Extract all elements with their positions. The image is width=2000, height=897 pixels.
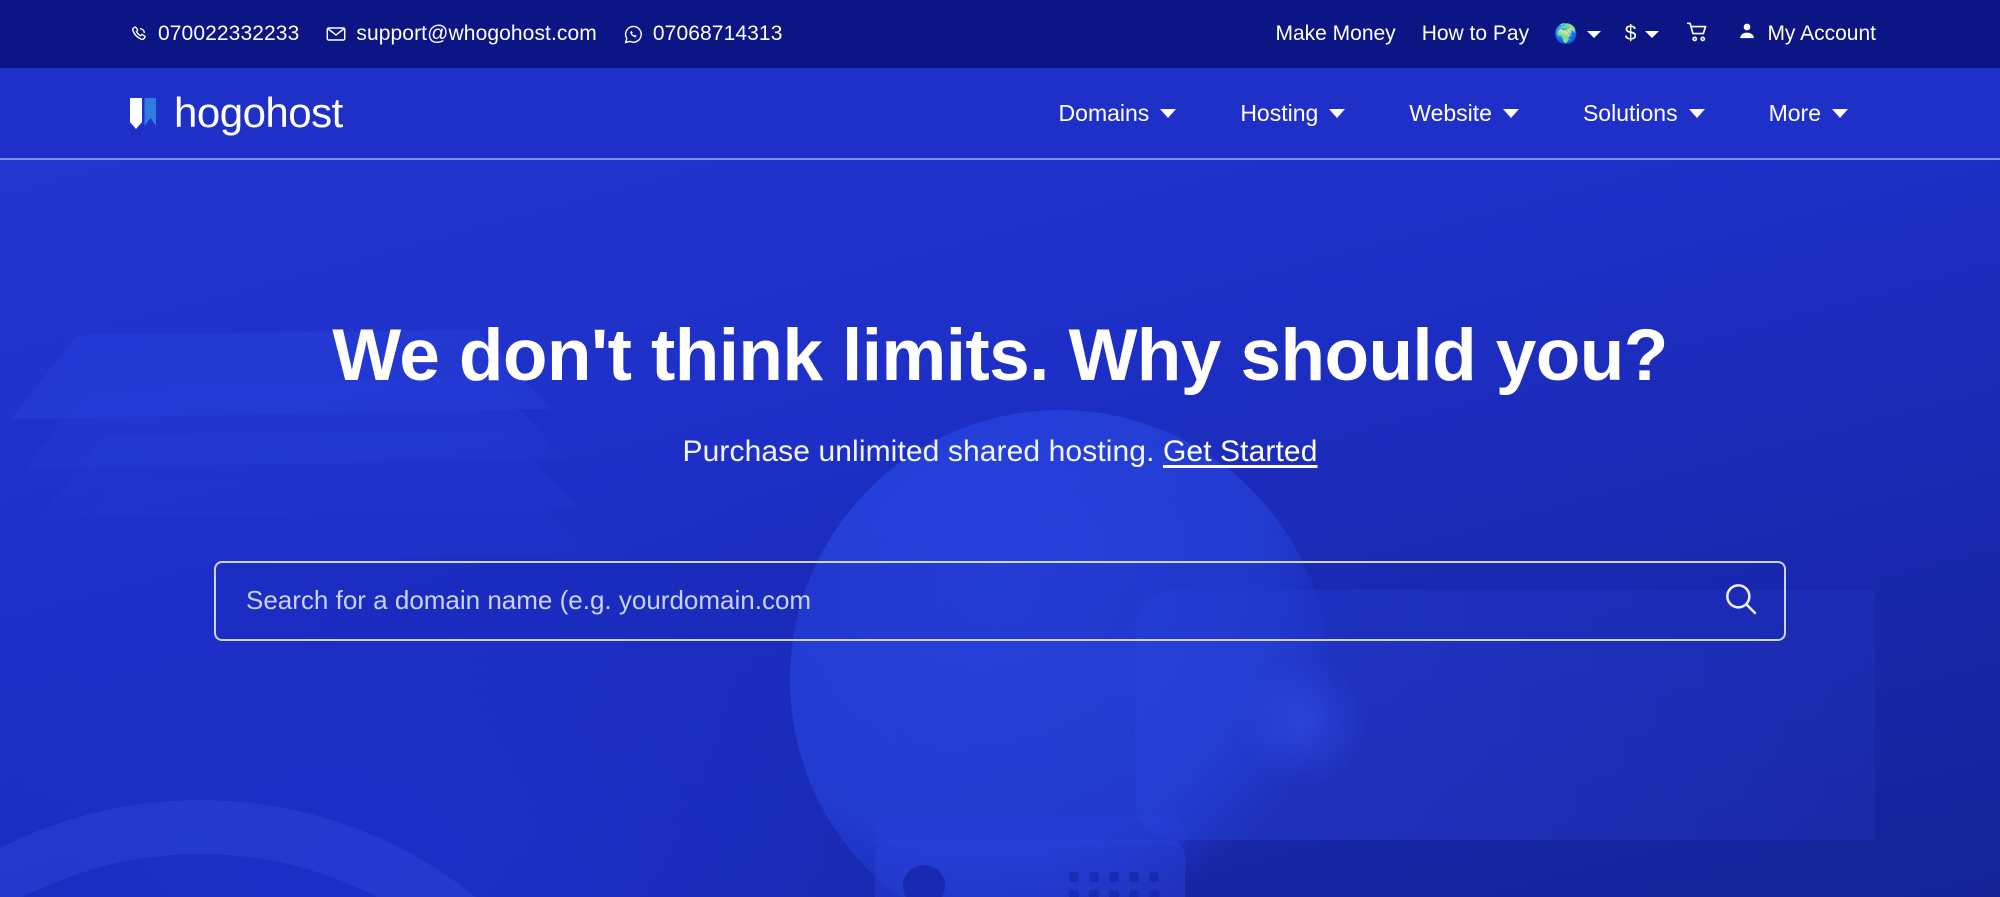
nav-item-solutions[interactable]: Solutions — [1551, 90, 1737, 137]
nav-item-website[interactable]: Website — [1377, 90, 1551, 137]
search-icon — [1721, 579, 1761, 622]
domain-search-bar[interactable] — [214, 560, 1786, 641]
language-selector[interactable]: 🌍 — [1542, 25, 1613, 44]
user-icon — [1737, 21, 1757, 47]
hero-headline: We don't think limits. Why should you? — [332, 315, 1668, 396]
currency-selector[interactable]: $ — [1613, 22, 1672, 46]
nav-label: Domains — [1058, 99, 1150, 126]
currency-symbol: $ — [1624, 22, 1637, 45]
get-started-link[interactable]: Get Started — [1163, 435, 1318, 468]
chevron-down-icon — [1645, 30, 1660, 38]
whogohost-w-mark-icon — [126, 92, 170, 134]
main-navigation-bar: hogohost Domains Hosting Website Solutio… — [0, 68, 2000, 160]
whatsapp-contact[interactable]: 07068714313 — [623, 22, 783, 46]
nav-item-more[interactable]: More — [1737, 90, 1880, 137]
email-address: support@whogohost.com — [356, 22, 597, 45]
chevron-down-icon — [1329, 108, 1346, 118]
globe-icon: 🌍 — [1554, 23, 1578, 45]
top-utility-bar: 070022332233 support@whogohost.com 07068… — [0, 0, 2000, 68]
topbar-contacts: 070022332233 support@whogohost.com 07068… — [128, 22, 782, 46]
my-account-link[interactable]: My Account — [1725, 21, 1880, 47]
phone-number: 070022332233 — [158, 22, 300, 45]
whatsapp-icon — [623, 24, 644, 45]
nav-item-domains[interactable]: Domains — [1027, 90, 1209, 137]
my-account-label: My Account — [1767, 22, 1876, 45]
logo-wordmark: hogohost — [174, 89, 343, 136]
nav-label: Website — [1409, 99, 1492, 126]
chevron-down-icon — [1160, 108, 1177, 118]
email-contact[interactable]: support@whogohost.com — [325, 22, 597, 46]
phone-icon — [128, 24, 149, 45]
hero-content: We don't think limits. Why should you? P… — [0, 160, 2000, 897]
cart-button[interactable] — [1671, 19, 1725, 50]
make-money-link[interactable]: Make Money — [1262, 22, 1408, 46]
hero-subline: Purchase unlimited shared hosting. Get S… — [683, 435, 1318, 469]
domain-search-button[interactable] — [1698, 563, 1784, 639]
envelope-icon — [325, 23, 347, 45]
nav-label: Solutions — [1582, 99, 1678, 126]
hero-section: We don't think limits. Why should you? P… — [0, 160, 2000, 897]
chevron-down-icon — [1502, 108, 1519, 118]
nav-item-hosting[interactable]: Hosting — [1208, 90, 1377, 137]
nav-label: More — [1768, 99, 1821, 126]
chevron-down-icon — [1688, 108, 1705, 118]
site-logo[interactable]: hogohost — [126, 92, 343, 134]
how-to-pay-link[interactable]: How to Pay — [1409, 22, 1542, 46]
phone-contact[interactable]: 070022332233 — [128, 22, 299, 46]
topbar-actions: Make Money How to Pay 🌍 $ My Account — [1262, 19, 1880, 50]
chevron-down-icon — [1586, 30, 1601, 38]
chevron-down-icon — [1832, 108, 1848, 118]
domain-search-input[interactable] — [216, 562, 1698, 639]
hero-subline-text: Purchase unlimited shared hosting. — [682, 434, 1155, 468]
nav-label: Hosting — [1240, 99, 1319, 126]
shopping-cart-icon — [1685, 19, 1711, 50]
whatsapp-number: 07068714313 — [652, 22, 783, 45]
nav-items: Domains Hosting Website Solutions More — [1027, 90, 1880, 137]
